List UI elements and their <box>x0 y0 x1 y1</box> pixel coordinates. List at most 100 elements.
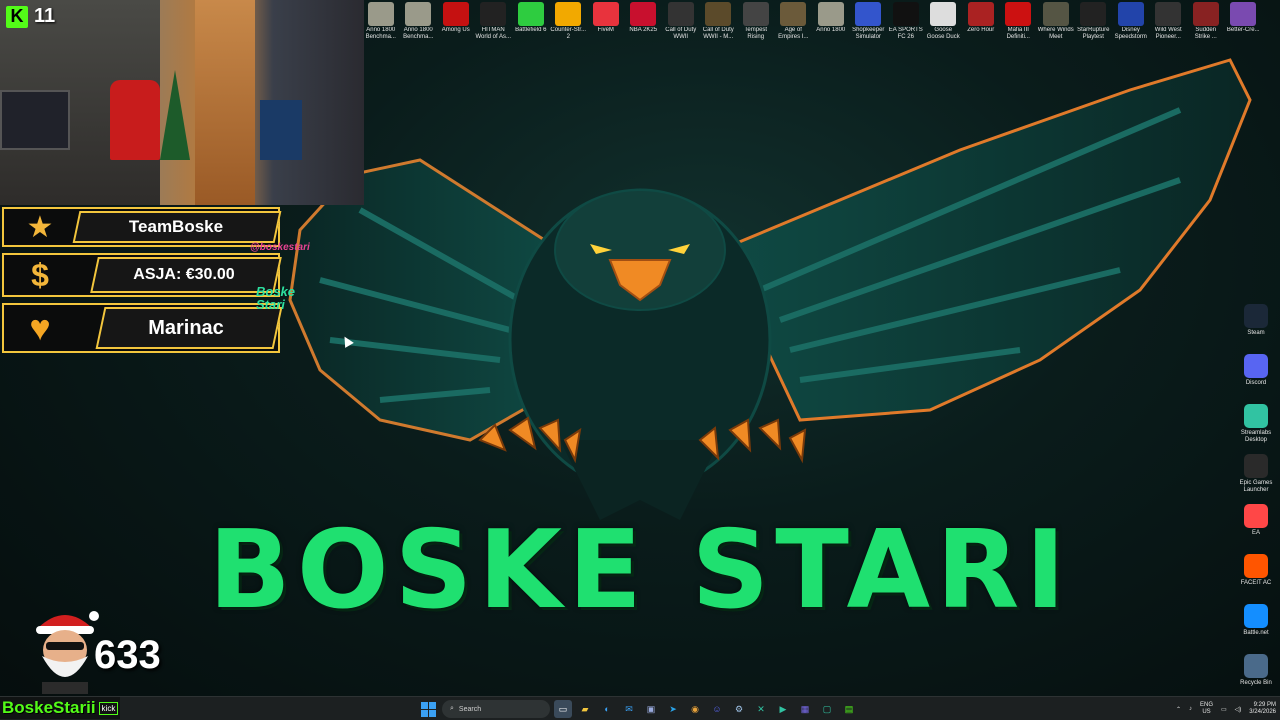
epic-games-icon <box>1244 454 1268 478</box>
volume-icon[interactable]: ◁) <box>1235 706 1242 713</box>
star-icon: ★ <box>26 210 54 244</box>
taskbar-apps: ⌕ Search ▭ ▰ ◐ ✉ ▣ ➤ ◉ ☺ ⚙ ✕ ▶ ▦ ▢ ▤ <box>418 697 858 720</box>
streamlabs-taskbar-icon[interactable]: ▶ <box>774 700 792 718</box>
clock[interactable]: 9:29 PM 3/24/2026 <box>1249 702 1276 716</box>
taskbar-search[interactable]: ⌕ Search <box>442 700 550 718</box>
desktop-shortcut[interactable]: Streamlabs Desktop <box>1236 404 1276 454</box>
taskbar: ⌕ Search ▭ ▰ ◐ ✉ ▣ ➤ ◉ ☺ ⚙ ✕ ▶ ▦ ▢ ▤ ⌃ ♪… <box>0 696 1280 720</box>
telegram-icon[interactable]: ➤ <box>664 700 682 718</box>
kick-taskbar-icon[interactable]: ▤ <box>840 700 858 718</box>
network-icon[interactable]: ▭ <box>1221 706 1227 713</box>
desktop-shortcut[interactable]: Epic Games Launcher <box>1236 454 1276 504</box>
wheel-icon <box>1155 2 1182 26</box>
anno-icon <box>405 2 432 26</box>
kick-icon: K <box>6 5 28 28</box>
desktop-icon-column: Steam Discord Streamlabs Desktop Epic Games… <box>1236 304 1276 704</box>
desktop-shortcut[interactable]: FiveM <box>587 2 625 48</box>
system-tray: ⌃ ♪ ENG US ▭ ◁) 9:29 PM 3/24/2026 <box>1176 697 1276 720</box>
desktop-shortcut[interactable]: FACEIT AC <box>1236 554 1276 604</box>
desktop-shortcut[interactable]: Anno 1800 <box>812 2 850 48</box>
desktop-shortcut[interactable]: Battlefield 6 <box>512 2 550 48</box>
shortcut-label: Zero Hour <box>967 27 995 33</box>
among-us-icon <box>442 2 469 26</box>
follower-count: 633 <box>94 633 161 677</box>
language-indicator[interactable]: ENG US <box>1200 702 1213 716</box>
desktop-shortcut[interactable]: Zero Hour <box>962 2 1000 48</box>
desktop-shortcut[interactable]: EA <box>1236 504 1276 554</box>
webcam-feed: K 11 <box>0 0 364 205</box>
shortcut-label: Among Us <box>441 27 470 33</box>
file-explorer-icon[interactable]: ▰ <box>576 700 594 718</box>
call-of-duty-icon <box>705 2 732 26</box>
desktop-shortcut[interactable]: Sudden Strike ... <box>1187 2 1225 48</box>
sudden-strike-icon <box>1192 2 1219 26</box>
desktop-shortcut[interactable]: Tempest Rising <box>737 2 775 48</box>
task-view-icon[interactable]: ▭ <box>554 700 572 718</box>
desktop-shortcut[interactable]: Disney Speedstorm <box>1112 2 1150 48</box>
xbox-icon[interactable]: ✕ <box>752 700 770 718</box>
desktop-shortcut[interactable]: Counter-Str... 2 <box>550 2 588 48</box>
start-button[interactable] <box>418 699 438 719</box>
shortcut-label: HITMAN World of As... <box>475 27 512 40</box>
ea-icon <box>1244 504 1268 528</box>
obs-icon[interactable]: ▢ <box>818 700 836 718</box>
shortcut-label: Battle.net <box>1243 630 1269 636</box>
clock-date: 3/24/2026 <box>1249 709 1276 715</box>
mafia-icon <box>1005 2 1032 26</box>
desktop-shortcut[interactable]: HITMAN World of As... <box>475 2 513 48</box>
channel-name: BoskeStarii <box>2 698 96 717</box>
desktop-shortcut[interactable]: StarRupture Playtest <box>1075 2 1113 48</box>
chevron-up-icon[interactable]: ⌃ <box>1176 706 1181 713</box>
desktop-shortcut[interactable]: Better-Cre... <box>1225 2 1263 48</box>
fivem-icon <box>592 2 619 26</box>
desktop-shortcut[interactable]: Discord <box>1236 354 1276 404</box>
latest-subscriber-label: Marinac <box>148 316 224 339</box>
tempest-icon <box>742 2 769 26</box>
goose-icon <box>930 2 957 26</box>
desktop-shortcut[interactable]: Steam <box>1236 304 1276 354</box>
desktop-shortcut[interactable]: Where Winds Meet <box>1037 2 1075 48</box>
desktop-shortcut[interactable]: NBA 2K25 <box>625 2 663 48</box>
where-winds-meet-icon <box>1042 2 1069 26</box>
steam-taskbar-icon[interactable]: ⚙ <box>730 700 748 718</box>
shortcut-label: Anno 1800 Benchma... <box>403 27 434 40</box>
desktop-shortcut[interactable]: Age of Empires I... <box>775 2 813 48</box>
discord-taskbar-icon[interactable]: ☺ <box>708 700 726 718</box>
edge-icon[interactable]: ◐ <box>598 700 616 718</box>
desktop-shortcut[interactable]: Anno 1800 Benchma... <box>400 2 438 48</box>
mail-icon[interactable]: ✉ <box>620 700 638 718</box>
latest-follower-label: TeamBoske <box>128 217 224 236</box>
dollar-icon: $ <box>31 256 49 293</box>
desktop-shortcut[interactable]: Anno 1800 Benchma... <box>362 2 400 48</box>
desktop-shortcut[interactable]: Call of Duty WWII - M... <box>700 2 738 48</box>
chrome-icon[interactable]: ◉ <box>686 700 704 718</box>
age-of-empires-icon <box>780 2 807 26</box>
kick-viewer-badge: K 11 <box>6 5 55 28</box>
shortcut-label: Age of Empires I... <box>778 27 809 40</box>
door <box>195 0 255 205</box>
shortcut-label: Where Winds Meet <box>1037 27 1074 40</box>
anno-icon <box>367 2 394 26</box>
latest-follower-row: ★ TeamBoske <box>2 207 282 247</box>
desktop-shortcut[interactable]: Goose Goose Duck <box>925 2 963 48</box>
shortcut-label: Discord <box>1245 380 1267 386</box>
instagram-handle: @boskestari <box>250 242 310 253</box>
steam-icon <box>1244 304 1268 328</box>
desktop-shortcut[interactable]: Shopkeeper Simulator <box>850 2 888 48</box>
microphone-icon[interactable]: ♪ <box>1189 706 1192 712</box>
store-icon[interactable]: ▣ <box>642 700 660 718</box>
shortcut-label: Call of Duty WWII <box>665 27 697 40</box>
poster <box>260 100 302 160</box>
desktop-shortcut[interactable]: Call of Duty WWII <box>662 2 700 48</box>
search-placeholder: Search <box>458 705 482 713</box>
desktop-shortcut[interactable]: EA SPORTS FC 26 <box>887 2 925 48</box>
latest-donation-label: ASJA: €30.00 <box>133 266 235 283</box>
desktop-shortcut[interactable]: Battle.net <box>1236 604 1276 654</box>
shortcut-label: Wild West Pioneer... <box>1154 27 1182 40</box>
desktop-shortcut[interactable]: Mafia III Definiti... <box>1000 2 1038 48</box>
grid-app-icon[interactable]: ▦ <box>796 700 814 718</box>
discord-icon <box>1244 354 1268 378</box>
desktop-shortcut[interactable]: Among Us <box>437 2 475 48</box>
desktop-shortcut[interactable]: Wild West Pioneer... <box>1150 2 1188 48</box>
christmas-tree <box>160 70 190 160</box>
